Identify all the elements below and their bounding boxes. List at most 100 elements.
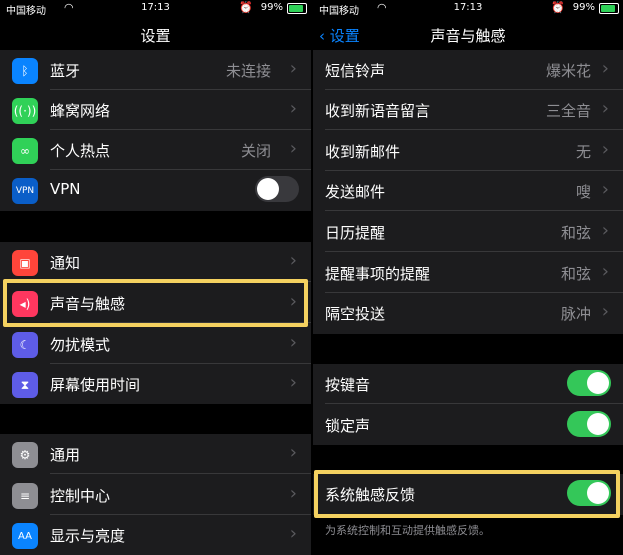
chevron-right-icon: › xyxy=(289,250,297,271)
chevron-right-icon: › xyxy=(289,372,297,393)
keyboard-clicks-toggle[interactable] xyxy=(567,370,611,396)
haptics-footer-note: 为系统控制和互动提供触感反馈。 xyxy=(325,524,490,537)
chevron-right-icon: › xyxy=(601,139,609,160)
row-value: 关闭 xyxy=(240,142,271,160)
settings-row-bluetooth[interactable]: ᛒ 蓝牙 未连接 › xyxy=(0,50,311,90)
row-label: 发送邮件 xyxy=(325,183,386,201)
row-label: 蜂窝网络 xyxy=(50,102,111,120)
page-title: 设置 xyxy=(140,27,171,45)
chevron-right-icon: › xyxy=(601,220,609,241)
toggles-group: 按键音 锁定声 xyxy=(313,364,623,445)
lock-sound-row: 锁定声 xyxy=(313,405,623,445)
settings-row-cellular[interactable]: ((·)) 蜂窝网络 › xyxy=(0,90,311,130)
settings-row-general[interactable]: ⚙ 通用 › xyxy=(0,434,311,474)
row-label: 蓝牙 xyxy=(50,62,81,80)
settings-row-hotspot[interactable]: ∞ 个人热点 关闭 › xyxy=(0,130,311,170)
row-label: 短信铃声 xyxy=(325,62,386,80)
gear-icon: ⚙ xyxy=(12,442,38,468)
highlight-box xyxy=(314,470,620,518)
chevron-right-icon: › xyxy=(601,261,609,282)
bluetooth-icon: ᛒ xyxy=(12,58,38,84)
sounds-haptics-screen: 中国移动 ◠ 17:13 ⏰ 99% ‹ 设置 声音与触感 短信铃声 爆米花 ›… xyxy=(313,0,623,555)
status-bar: 中国移动 ◠ 17:13 ⏰ 99% xyxy=(313,0,623,18)
general-group: ⚙ 通用 › ≡ 控制中心 › AA 显示与亮度 › xyxy=(0,434,311,555)
chevron-right-icon: › xyxy=(289,138,297,159)
sound-row-airdrop[interactable]: 隔空投送 脉冲 › xyxy=(313,293,623,333)
chevron-right-icon: › xyxy=(289,58,297,79)
nav-bar: ‹ 设置 声音与触感 xyxy=(313,20,623,50)
row-label: 通知 xyxy=(50,254,81,272)
row-value: 和弦 xyxy=(560,224,591,242)
settings-screen: 中国移动 ◠ 17:13 ⏰ 99% 设置 ᛒ 蓝牙 未连接 › ((·)) 蜂… xyxy=(0,0,311,555)
vpn-icon: VPN xyxy=(12,178,38,204)
settings-row-display-brightness[interactable]: AA 显示与亮度 › xyxy=(0,515,311,555)
row-label: 日历提醒 xyxy=(325,224,386,242)
row-value: 和弦 xyxy=(560,265,591,283)
row-label: 个人热点 xyxy=(50,142,111,160)
lock-sound-toggle[interactable] xyxy=(567,411,611,437)
chevron-right-icon: › xyxy=(289,98,297,119)
settings-row-control-center[interactable]: ≡ 控制中心 › xyxy=(0,475,311,515)
row-label: 收到新邮件 xyxy=(325,143,401,161)
settings-row-screen-time[interactable]: ⧗ 屏幕使用时间 › xyxy=(0,364,311,404)
battery-percentage: 99% xyxy=(260,2,283,13)
chevron-right-icon: › xyxy=(289,523,297,544)
row-value: 脉冲 xyxy=(560,305,591,323)
row-label: 隔空投送 xyxy=(325,305,386,323)
nav-bar: 设置 xyxy=(0,20,311,50)
row-label: 屏幕使用时间 xyxy=(50,376,141,394)
notification-icon: ▣ xyxy=(12,250,38,276)
divider xyxy=(325,403,623,404)
row-label: 收到新语音留言 xyxy=(325,102,431,120)
keyboard-clicks-row: 按键音 xyxy=(313,364,623,404)
chevron-right-icon: › xyxy=(601,58,609,79)
row-value: 未连接 xyxy=(225,62,271,80)
sound-row-text-tone[interactable]: 短信铃声 爆米花 › xyxy=(313,50,623,90)
chevron-right-icon: › xyxy=(601,301,609,322)
row-value: 三全音 xyxy=(545,102,591,120)
battery-percentage: 99% xyxy=(572,2,595,13)
row-label: 锁定声 xyxy=(325,417,371,435)
divider xyxy=(325,210,623,211)
chevron-right-icon: › xyxy=(601,98,609,119)
divider xyxy=(50,473,311,474)
divider xyxy=(325,251,623,252)
row-label: 控制中心 xyxy=(50,487,111,505)
sound-row-calendar-alerts[interactable]: 日历提醒 和弦 › xyxy=(313,212,623,252)
row-value: 嗖 xyxy=(575,183,591,201)
connectivity-group: ᛒ 蓝牙 未连接 › ((·)) 蜂窝网络 › ∞ 个人热点 关闭 › VPN … xyxy=(0,50,311,211)
sound-row-new-voicemail[interactable]: 收到新语音留言 三全音 › xyxy=(313,90,623,130)
settings-row-notifications[interactable]: ▣ 通知 › xyxy=(0,242,311,282)
switches-icon: ≡ xyxy=(12,483,38,509)
row-label: 通用 xyxy=(50,446,81,464)
row-label: VPN xyxy=(50,180,81,198)
chevron-right-icon: › xyxy=(289,332,297,353)
sound-row-new-mail[interactable]: 收到新邮件 无 › xyxy=(313,131,623,171)
vpn-toggle[interactable] xyxy=(255,176,299,202)
alarm-icon: ⏰ xyxy=(551,1,565,14)
sound-row-reminder-alerts[interactable]: 提醒事项的提醒 和弦 › xyxy=(313,253,623,293)
sound-row-sent-mail[interactable]: 发送邮件 嗖 › xyxy=(313,171,623,211)
hourglass-icon: ⧗ xyxy=(12,372,38,398)
divider xyxy=(325,129,623,130)
settings-row-do-not-disturb[interactable]: ☾ 勿扰模式 › xyxy=(0,324,311,364)
moon-icon: ☾ xyxy=(12,332,38,358)
row-label: 按键音 xyxy=(325,376,371,394)
battery-icon xyxy=(599,3,619,14)
row-value: 无 xyxy=(575,143,591,161)
row-label: 勿扰模式 xyxy=(50,336,111,354)
page-title: 声音与触感 xyxy=(430,27,506,45)
hotspot-link-icon: ∞ xyxy=(12,138,38,164)
cellular-antenna-icon: ((·)) xyxy=(12,98,38,124)
row-value: 爆米花 xyxy=(545,62,591,80)
sounds-group: 短信铃声 爆米花 › 收到新语音留言 三全音 › 收到新邮件 无 › 发送邮件 … xyxy=(313,50,623,334)
highlight-box xyxy=(3,279,308,327)
row-label: 提醒事项的提醒 xyxy=(325,265,431,283)
status-bar: 中国移动 ◠ 17:13 ⏰ 99% xyxy=(0,0,311,18)
chevron-right-icon: › xyxy=(289,483,297,504)
alarm-icon: ⏰ xyxy=(239,1,253,14)
text-size-icon: AA xyxy=(12,523,38,549)
chevron-right-icon: › xyxy=(289,442,297,463)
row-label: 显示与亮度 xyxy=(50,527,126,545)
battery-icon xyxy=(287,3,307,14)
